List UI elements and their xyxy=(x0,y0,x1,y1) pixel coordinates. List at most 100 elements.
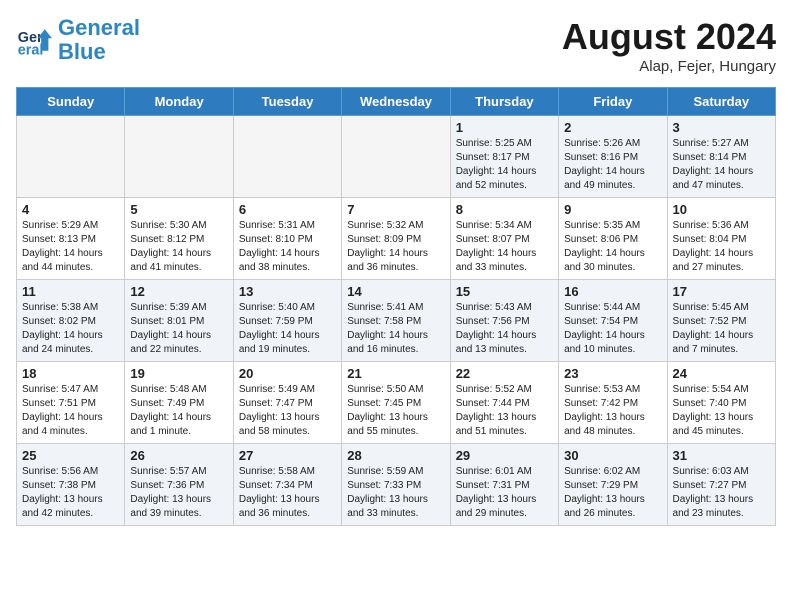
day-number: 6 xyxy=(239,202,336,217)
week-row-2: 4 Sunrise: 5:29 AM Sunset: 8:13 PM Daylig… xyxy=(17,198,776,280)
cell-info: Sunrise: 5:25 AM Sunset: 8:17 PM Dayligh… xyxy=(456,137,553,193)
calendar-cell: 17Sunrise: 5:45 AM Sunset: 7:52 PM Dayli… xyxy=(667,280,775,362)
cell-info: Sunrise: 5:44 AM Sunset: 7:54 PM Dayligh… xyxy=(564,301,661,357)
cell-info: Sunrise: 6:03 AM Sunset: 7:27 PM Dayligh… xyxy=(673,465,770,521)
day-number: 11 xyxy=(22,284,119,299)
calendar-cell: 3 Sunrise: 5:27 AM Sunset: 8:14 PM Daylig… xyxy=(667,116,775,198)
calendar-cell: 30 Sunrise: 6:02 AM Sunset: 7:29 PM Dayli… xyxy=(559,444,667,526)
calendar-cell: 10 Sunrise: 5:36 AM Sunset: 8:04 PM Dayli… xyxy=(667,198,775,280)
calendar-cell: 20Sunrise: 5:49 AM Sunset: 7:47 PM Dayli… xyxy=(233,362,341,444)
logo-icon: Gen eral xyxy=(16,22,52,58)
weekday-header-row: SundayMondayTuesdayWednesdayThursdayFrid… xyxy=(17,88,776,116)
svg-text:eral: eral xyxy=(18,43,44,59)
weekday-wednesday: Wednesday xyxy=(342,88,450,116)
logo-text: General Blue xyxy=(58,16,140,64)
calendar-header: SundayMondayTuesdayWednesdayThursdayFrid… xyxy=(17,88,776,116)
calendar-cell: 2 Sunrise: 5:26 AM Sunset: 8:16 PM Daylig… xyxy=(559,116,667,198)
cell-info: Sunrise: 5:40 AM Sunset: 7:59 PM Dayligh… xyxy=(239,301,336,357)
weekday-thursday: Thursday xyxy=(450,88,558,116)
weekday-tuesday: Tuesday xyxy=(233,88,341,116)
cell-info: Sunrise: 5:57 AM Sunset: 7:36 PM Dayligh… xyxy=(130,465,227,521)
calendar-cell: 15 Sunrise: 5:43 AM Sunset: 7:56 PM Dayli… xyxy=(450,280,558,362)
calendar-table: SundayMondayTuesdayWednesdayThursdayFrid… xyxy=(16,87,776,526)
calendar-cell: 18 Sunrise: 5:47 AM Sunset: 7:51 PM Dayli… xyxy=(17,362,125,444)
day-number: 14 xyxy=(347,284,444,299)
cell-info: Sunrise: 5:26 AM Sunset: 8:16 PM Dayligh… xyxy=(564,137,661,193)
logo: Gen eral General Blue xyxy=(16,16,140,64)
calendar-cell: 9Sunrise: 5:35 AM Sunset: 8:06 PM Daylig… xyxy=(559,198,667,280)
day-number: 10 xyxy=(673,202,770,217)
calendar-cell xyxy=(125,116,233,198)
calendar-cell xyxy=(342,116,450,198)
cell-info: Sunrise: 5:45 AM Sunset: 7:52 PM Dayligh… xyxy=(673,301,770,357)
calendar-cell: 26 Sunrise: 5:57 AM Sunset: 7:36 PM Dayli… xyxy=(125,444,233,526)
day-number: 18 xyxy=(22,366,119,381)
cell-info: Sunrise: 5:43 AM Sunset: 7:56 PM Dayligh… xyxy=(456,301,553,357)
cell-info: Sunrise: 5:58 AM Sunset: 7:34 PM Dayligh… xyxy=(239,465,336,521)
cell-info: Sunrise: 5:39 AM Sunset: 8:01 PM Dayligh… xyxy=(130,301,227,357)
day-number: 26 xyxy=(130,448,227,463)
cell-info: Sunrise: 5:32 AM Sunset: 8:09 PM Dayligh… xyxy=(347,219,444,275)
logo-line2: Blue xyxy=(58,39,106,64)
calendar-cell: 25Sunrise: 5:56 AM Sunset: 7:38 PM Dayli… xyxy=(17,444,125,526)
day-number: 22 xyxy=(456,366,553,381)
cell-info: Sunrise: 5:59 AM Sunset: 7:33 PM Dayligh… xyxy=(347,465,444,521)
cell-info: Sunrise: 5:29 AM Sunset: 8:13 PM Dayligh… xyxy=(22,219,119,275)
day-number: 3 xyxy=(673,120,770,135)
cell-info: Sunrise: 6:02 AM Sunset: 7:29 PM Dayligh… xyxy=(564,465,661,521)
month-title: August 2024 xyxy=(562,16,776,58)
calendar-cell: 5 Sunrise: 5:30 AM Sunset: 8:12 PM Daylig… xyxy=(125,198,233,280)
day-number: 24 xyxy=(673,366,770,381)
day-number: 16 xyxy=(564,284,661,299)
day-number: 2 xyxy=(564,120,661,135)
weekday-saturday: Saturday xyxy=(667,88,775,116)
calendar-cell: 11Sunrise: 5:38 AM Sunset: 8:02 PM Dayli… xyxy=(17,280,125,362)
calendar-cell: 13Sunrise: 5:40 AM Sunset: 7:59 PM Dayli… xyxy=(233,280,341,362)
calendar-cell: 1 Sunrise: 5:25 AM Sunset: 8:17 PM Daylig… xyxy=(450,116,558,198)
day-number: 23 xyxy=(564,366,661,381)
day-number: 1 xyxy=(456,120,553,135)
day-number: 5 xyxy=(130,202,227,217)
calendar-cell: 16 Sunrise: 5:44 AM Sunset: 7:54 PM Dayli… xyxy=(559,280,667,362)
day-number: 15 xyxy=(456,284,553,299)
week-row-3: 11Sunrise: 5:38 AM Sunset: 8:02 PM Dayli… xyxy=(17,280,776,362)
cell-info: Sunrise: 5:34 AM Sunset: 8:07 PM Dayligh… xyxy=(456,219,553,275)
cell-info: Sunrise: 5:56 AM Sunset: 7:38 PM Dayligh… xyxy=(22,465,119,521)
calendar-cell: 27 Sunrise: 5:58 AM Sunset: 7:34 PM Dayli… xyxy=(233,444,341,526)
weekday-monday: Monday xyxy=(125,88,233,116)
cell-info: Sunrise: 5:30 AM Sunset: 8:12 PM Dayligh… xyxy=(130,219,227,275)
cell-info: Sunrise: 5:49 AM Sunset: 7:47 PM Dayligh… xyxy=(239,383,336,439)
cell-info: Sunrise: 5:31 AM Sunset: 8:10 PM Dayligh… xyxy=(239,219,336,275)
calendar-cell: 24Sunrise: 5:54 AM Sunset: 7:40 PM Dayli… xyxy=(667,362,775,444)
calendar-cell: 14Sunrise: 5:41 AM Sunset: 7:58 PM Dayli… xyxy=(342,280,450,362)
day-number: 4 xyxy=(22,202,119,217)
cell-info: Sunrise: 5:52 AM Sunset: 7:44 PM Dayligh… xyxy=(456,383,553,439)
location: Alap, Fejer, Hungary xyxy=(562,58,776,75)
day-number: 29 xyxy=(456,448,553,463)
day-number: 28 xyxy=(347,448,444,463)
cell-info: Sunrise: 5:27 AM Sunset: 8:14 PM Dayligh… xyxy=(673,137,770,193)
title-block: August 2024 Alap, Fejer, Hungary xyxy=(562,16,776,75)
cell-info: Sunrise: 5:50 AM Sunset: 7:45 PM Dayligh… xyxy=(347,383,444,439)
calendar-cell: 8 Sunrise: 5:34 AM Sunset: 8:07 PM Daylig… xyxy=(450,198,558,280)
logo-line1: General xyxy=(58,15,140,40)
cell-info: Sunrise: 5:47 AM Sunset: 7:51 PM Dayligh… xyxy=(22,383,119,439)
calendar-cell xyxy=(233,116,341,198)
weekday-friday: Friday xyxy=(559,88,667,116)
calendar-cell: 23Sunrise: 5:53 AM Sunset: 7:42 PM Dayli… xyxy=(559,362,667,444)
calendar-cell: 4 Sunrise: 5:29 AM Sunset: 8:13 PM Daylig… xyxy=(17,198,125,280)
calendar-cell: 22 Sunrise: 5:52 AM Sunset: 7:44 PM Dayli… xyxy=(450,362,558,444)
calendar-body: 1 Sunrise: 5:25 AM Sunset: 8:17 PM Daylig… xyxy=(17,116,776,526)
weekday-sunday: Sunday xyxy=(17,88,125,116)
cell-info: Sunrise: 5:36 AM Sunset: 8:04 PM Dayligh… xyxy=(673,219,770,275)
day-number: 19 xyxy=(130,366,227,381)
calendar-cell: 31Sunrise: 6:03 AM Sunset: 7:27 PM Dayli… xyxy=(667,444,775,526)
day-number: 9 xyxy=(564,202,661,217)
day-number: 8 xyxy=(456,202,553,217)
day-number: 27 xyxy=(239,448,336,463)
calendar-cell: 21Sunrise: 5:50 AM Sunset: 7:45 PM Dayli… xyxy=(342,362,450,444)
week-row-5: 25Sunrise: 5:56 AM Sunset: 7:38 PM Dayli… xyxy=(17,444,776,526)
day-number: 30 xyxy=(564,448,661,463)
week-row-1: 1 Sunrise: 5:25 AM Sunset: 8:17 PM Daylig… xyxy=(17,116,776,198)
calendar-cell: 6 Sunrise: 5:31 AM Sunset: 8:10 PM Daylig… xyxy=(233,198,341,280)
